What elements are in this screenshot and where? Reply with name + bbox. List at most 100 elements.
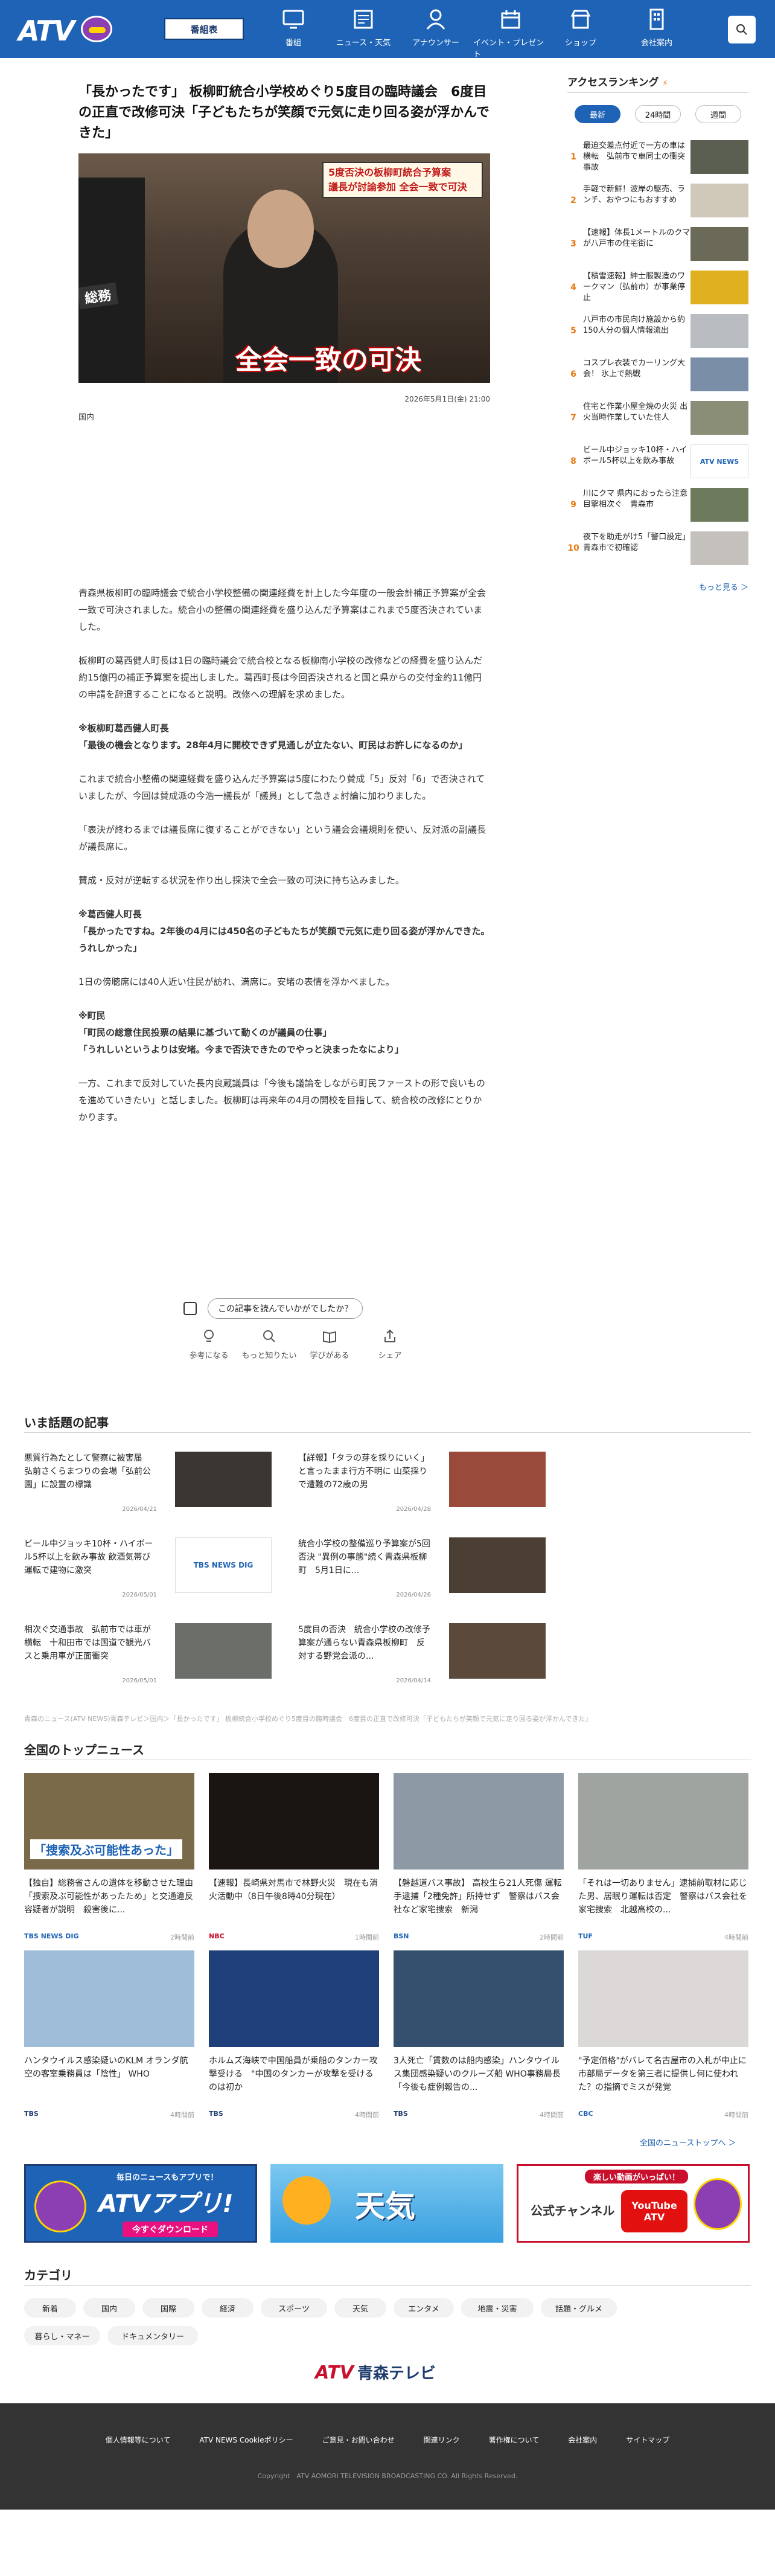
- ranking-item[interactable]: 8 ビール中ジョッキ10杯・ハイボール5杯以上を飲み事故 ATV NEWS: [567, 440, 748, 483]
- topic-item[interactable]: 【詳報】「タラの芽を採りにいく」と言ったまま行方不明に 山菜採りで遭難の72歳の…: [298, 1452, 648, 1514]
- news-title: "予定価格"がバレて名古屋市の入札が中止に 市部局データを第三者に提供し何に使わ…: [578, 2056, 747, 2092]
- article-body: 青森県板柳町の臨時議会で統合小学校整備の関連経費を計上した今年度の一般会計補正予…: [78, 585, 490, 1142]
- news-meta: BSN 2時間前: [394, 1932, 564, 1942]
- news-card[interactable]: 「捜索及ぶ可能性あった」 【独自】総務省さんの遺体を移動させた理由「捜索及ぶ可能…: [24, 1773, 194, 1942]
- news-meta: NBC 1時間前: [209, 1932, 379, 1942]
- news-card[interactable]: "予定価格"がバレて名古屋市の入札が中止に 市部局データを第三者に提供し何に使わ…: [578, 1950, 748, 2119]
- topic-date: 2026/05/01: [122, 1677, 157, 1684]
- youtube-banner[interactable]: 楽しい動画がいっぱい！ 公式チャンネル YouTube ATV: [517, 2164, 750, 2243]
- weather-banner[interactable]: 天気: [270, 2164, 503, 2243]
- footer-logo[interactable]: ATV 青森テレビ: [315, 2361, 436, 2383]
- news-card[interactable]: ホルムズ海峡で中国船員が乗船のタンカー攻撃受ける "中国のタンカーが攻撃を受ける…: [209, 1950, 379, 2119]
- article-hero-image: 5度否決の板柳町統合予算案 議長が討論参加 全会一致で可決 総務 全会一致の可決: [78, 153, 490, 383]
- footer-link[interactable]: ご意見・お問い合わせ: [322, 2435, 395, 2445]
- nav-announcer[interactable]: アナウンサー: [398, 7, 473, 48]
- hero-person-left: [78, 178, 145, 383]
- rank-thumbnail: [690, 314, 748, 348]
- tab-latest[interactable]: 最新: [575, 105, 620, 123]
- footer-link[interactable]: 個人情報等について: [106, 2435, 171, 2445]
- footer-link[interactable]: サイトマップ: [626, 2435, 669, 2445]
- rank-number: 1: [570, 152, 576, 162]
- news-card[interactable]: 【磐越道バス事故】 高校生ら21人死傷 運転手逮捕「2種免許」所持せず 警察はバ…: [394, 1773, 564, 1942]
- ranking-more-link[interactable]: もっと見る ＞: [567, 581, 748, 592]
- topic-title: 5度目の否決 統合小学校の改修予算案が通らない青森県板柳町 反対する野党会派の.…: [298, 1625, 430, 1661]
- category-weather[interactable]: 天気: [334, 2298, 386, 2318]
- footer-link[interactable]: 著作権について: [489, 2435, 540, 2445]
- news-card[interactable]: 「それは一切ありません」逮捕前取材に応じた男、居眠り運転は否定 警察はバス会社を…: [578, 1773, 748, 1942]
- ranking-item[interactable]: 7 住宅と作業小屋全焼の火災 出火当時作業していた住人: [567, 396, 748, 440]
- article-category[interactable]: 国内: [78, 411, 94, 422]
- ranking-item[interactable]: 1 最迫交差点付近で一方の車は横転 弘前市で車同士の衝突事故: [567, 135, 748, 179]
- divider: [24, 2285, 751, 2286]
- program-table-button[interactable]: 番組表: [164, 18, 244, 40]
- mascot-icon: [81, 16, 112, 42]
- category-documentary[interactable]: ドキュメンタリー: [107, 2326, 198, 2345]
- access-ranking: アクセスランキング ⚡ 最新 24時間 週間 1 最迫交差点付近で一方の車は横転 弘…: [567, 74, 748, 592]
- category-disaster[interactable]: 地震・災害: [461, 2298, 534, 2318]
- reaction-label: 参考になる: [189, 1351, 229, 1360]
- rank-number: 9: [570, 500, 576, 510]
- topic-title: 【詳報】「タラの芽を採りにいく」と言ったまま行方不明に 山菜採りで遭難の72歳の…: [298, 1453, 429, 1490]
- news-source: TBS: [209, 2110, 223, 2118]
- reaction-helpful[interactable]: 参考になる: [179, 1328, 239, 1360]
- reaction-learning[interactable]: 学びがある: [299, 1328, 360, 1360]
- nav-shop[interactable]: ショップ: [543, 7, 618, 48]
- atv-logo[interactable]: ATV: [18, 12, 121, 47]
- ranking-item[interactable]: 6 コスプレ衣装でカーリング大会！ 氷上で熱戦: [567, 353, 748, 396]
- topic-item[interactable]: 5度目の否決 統合小学校の改修予算案が通らない青森県板柳町 反対する野党会派の.…: [298, 1623, 648, 1686]
- news-title: 【磐越道バス事故】 高校生ら21人死傷 運転手逮捕「2種免許」所持せず 警察はバ…: [394, 1879, 562, 1915]
- reaction-want-more[interactable]: もっと知りたい: [239, 1328, 299, 1360]
- category-economy[interactable]: 経済: [202, 2298, 254, 2318]
- ranking-item[interactable]: 4 【積雪速報】紳士服製造のワークマン（弘前市）が事業停止: [567, 266, 748, 309]
- category-life-money[interactable]: 暮らし・マネー: [24, 2326, 100, 2345]
- news-card[interactable]: 3人死亡「賃数のは船内感染」ハンタウイルス集団感染疑いのクルーズ船 WHO事務局…: [394, 1950, 564, 2119]
- news-card[interactable]: 【速報】長崎県対馬市で林野火災 現在も消火活動中（8日午後8時40分現在） NB…: [209, 1773, 379, 1942]
- mascot-icon: [694, 2178, 742, 2230]
- ranking-item[interactable]: 10 夜下を助走がけ5「警口設定」青森市で初確認: [567, 527, 748, 570]
- news-source: NBC: [209, 1932, 225, 1940]
- national-more-link[interactable]: 全国のニューストップへ ＞: [640, 2136, 736, 2148]
- ranking-item[interactable]: 2 手軽で新鮮！波岸の駆売、ランチ、おやつにもおすすめ: [567, 179, 748, 222]
- ranking-item[interactable]: 3 【速報】体長1メートルのクマが八戸市の住宅街に: [567, 222, 748, 266]
- search-button[interactable]: [728, 16, 756, 43]
- reaction-share[interactable]: シェア: [360, 1328, 420, 1360]
- nav-program[interactable]: 番組: [256, 7, 331, 48]
- category-new[interactable]: 新着: [24, 2298, 76, 2318]
- rank-thumbnail: [690, 227, 748, 261]
- app-banner[interactable]: 毎日のニュースもアプリで！ ATVアプリ! 今すぐダウンロード: [24, 2164, 257, 2243]
- category-sports[interactable]: スポーツ: [261, 2298, 327, 2318]
- topic-thumbnail: [449, 1537, 546, 1593]
- nav-event-present[interactable]: イベント・プレゼント: [473, 7, 548, 59]
- ranking-item[interactable]: 9 川にクマ 県内におったら注意 目撃相次ぐ 青森市: [567, 483, 748, 527]
- news-thumbnail: [578, 1950, 748, 2047]
- reaction-label: 学びがある: [310, 1351, 349, 1360]
- footer-link[interactable]: ATV NEWS Cookieポリシー: [199, 2435, 293, 2445]
- topic-item[interactable]: 統合小学校の整備巡り予算案が5回否決 "異例の事態"続く青森県板柳町 5月1日に…: [298, 1537, 648, 1600]
- news-date: 4時間前: [724, 1934, 748, 1941]
- breadcrumb[interactable]: 青森のニュース(ATV NEWS)青森テレビ＞国内＞「長かったです」 板柳統合小…: [24, 1714, 592, 1723]
- footer-link[interactable]: 会社案内: [568, 2435, 597, 2445]
- topic-thumbnail: [449, 1452, 546, 1507]
- news-icon: [354, 10, 373, 29]
- nav-company[interactable]: 会社案内: [619, 7, 694, 48]
- news-title: ハンタウイルス感染疑いのKLM オランダ航空の客室乗務員は「陰性」 WHO: [24, 2056, 188, 2079]
- paragraph: 一方、これまで反対していた長内良蔵議員は「今後も議論をしながら町民ファーストの形…: [78, 1078, 485, 1123]
- nav-news-weather[interactable]: ニュース・天気: [326, 7, 401, 48]
- category-international[interactable]: 国際: [142, 2298, 194, 2318]
- rank-number: 8: [570, 457, 576, 466]
- news-date: 4時間前: [540, 2111, 564, 2119]
- news-card[interactable]: ハンタウイルス感染疑いのKLM オランダ航空の客室乗務員は「陰性」 WHO TB…: [24, 1950, 194, 2119]
- news-meta: CBC 4時間前: [578, 2110, 748, 2119]
- ranking-item[interactable]: 5 八戸市の市民向け施設から約150人分の個人情報流出: [567, 309, 748, 353]
- article-date: 2026年5月1日(金) 21:00: [404, 395, 490, 403]
- sun-icon: [282, 2176, 331, 2225]
- rank-number: 10: [567, 543, 579, 553]
- mascot-icon: [34, 2180, 86, 2232]
- tab-weekly[interactable]: 週間: [695, 105, 741, 123]
- hero-badge: 5度否決の板柳町統合予算案 議長が討論参加 全会一致で可決: [322, 162, 483, 198]
- category-gourmet[interactable]: 話題・グルメ: [541, 2298, 617, 2318]
- footer-link[interactable]: 関連リンク: [424, 2435, 460, 2445]
- tab-24h[interactable]: 24時間: [635, 105, 681, 123]
- category-domestic[interactable]: 国内: [83, 2298, 135, 2318]
- category-entertainment[interactable]: エンタメ: [394, 2298, 454, 2318]
